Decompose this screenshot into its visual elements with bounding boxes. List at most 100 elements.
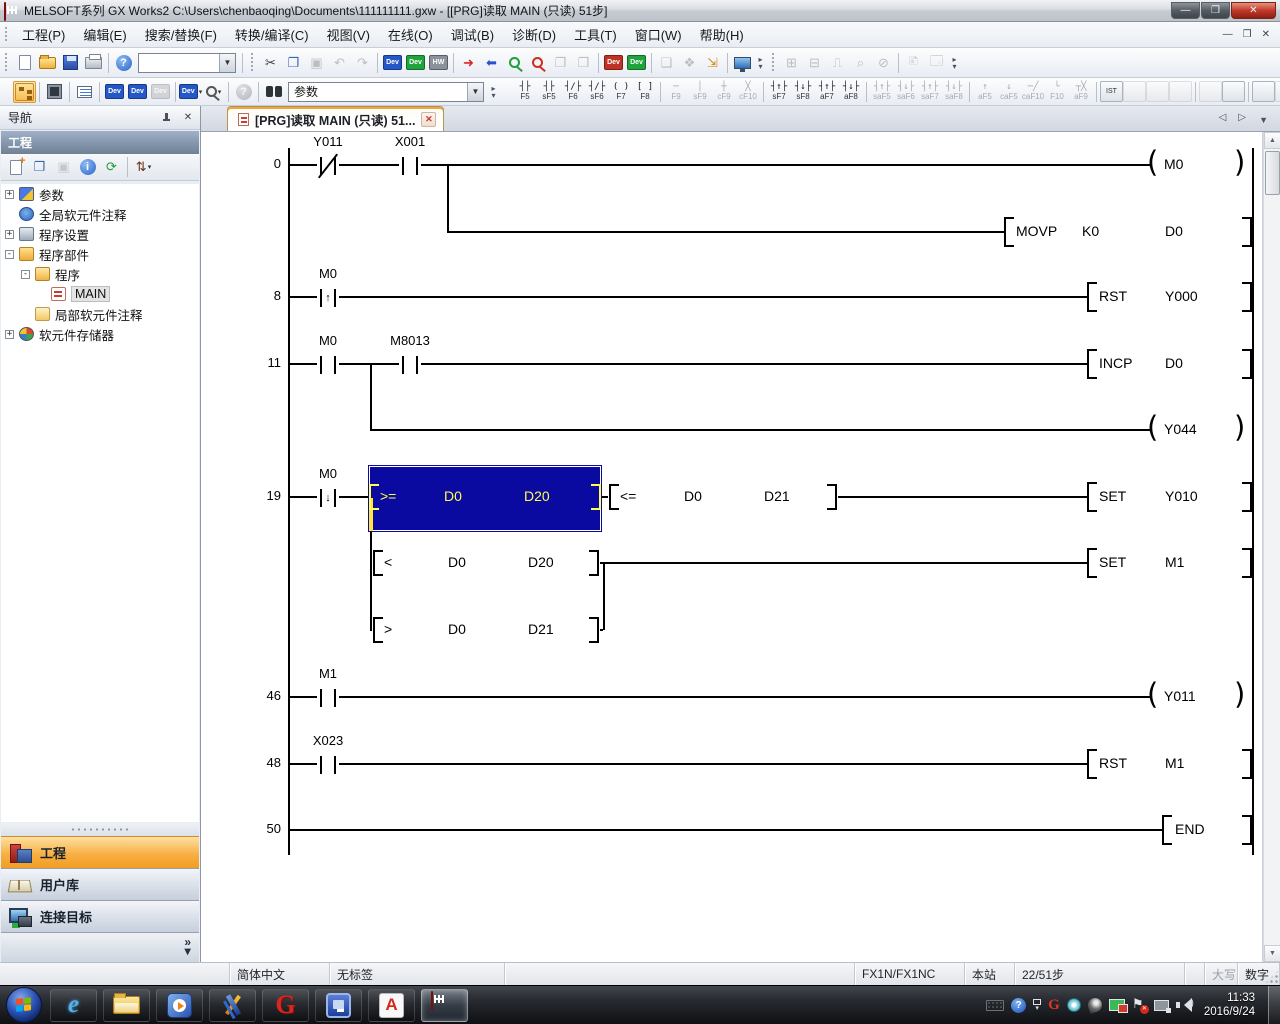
menu-project[interactable]: 工程(P): [13, 22, 74, 47]
contact-x001[interactable]: [399, 157, 421, 175]
menu-help[interactable]: 帮助(H): [691, 22, 753, 47]
project-combo[interactable]: ▼: [138, 53, 236, 73]
device-comment-icon[interactable]: Dev: [381, 52, 404, 74]
project-view-button[interactable]: 工程: [1, 836, 199, 868]
comment-edit-icon[interactable]: ❏: [655, 52, 678, 74]
menu-window[interactable]: 窗口(W): [626, 22, 691, 47]
ladder-symbol-aF8[interactable]: ┤↓├aF8: [839, 80, 863, 104]
scale-up-icon[interactable]: ⊞: [780, 52, 803, 74]
cut-icon[interactable]: ✂: [259, 52, 282, 74]
ladder-edit-icon[interactable]: [1123, 81, 1146, 102]
new-project-icon[interactable]: [13, 52, 36, 74]
device-display-icon[interactable]: Dev▾: [179, 81, 202, 103]
taskbar-remote-desktop-button[interactable]: [315, 989, 362, 1022]
taskbar-pdf-reader-button[interactable]: A: [368, 989, 415, 1022]
ladder-symbol-sF7[interactable]: ┤↑├sF7: [767, 80, 791, 104]
navigation-toggle-icon[interactable]: [13, 81, 36, 103]
menu-view[interactable]: 视图(V): [318, 22, 379, 47]
tray-cd-icon[interactable]: [1067, 998, 1081, 1012]
ladder-symbol-F8[interactable]: [ ]F8: [633, 80, 657, 104]
tab-close-icon[interactable]: ✕: [421, 112, 436, 127]
pc-monitor-icon[interactable]: [731, 52, 754, 74]
contact-m0[interactable]: ↑: [317, 289, 339, 307]
find-icon[interactable]: [262, 81, 285, 103]
contact-y011[interactable]: [317, 157, 339, 175]
taskbar-media-player-button[interactable]: [156, 989, 203, 1022]
start-button[interactable]: [6, 987, 42, 1023]
ladder-symbol-aF7[interactable]: ┤↑├aF7: [815, 80, 839, 104]
ladder-symbol-sF8[interactable]: ┤↓├sF8: [791, 80, 815, 104]
ladder-symbol-sF5[interactable]: ┤├sF5: [537, 80, 561, 104]
copy-icon[interactable]: ❐: [282, 52, 305, 74]
ladder-symbol-sF9[interactable]: │sF9: [688, 80, 712, 104]
device-table-icon[interactable]: Dev: [126, 81, 149, 103]
ladder-symbol-F7[interactable]: ( )F7: [609, 80, 633, 104]
scroll-down-icon[interactable]: ▼: [1264, 945, 1280, 962]
ladder-symbol-saF5[interactable]: ┤↑├saF5: [870, 80, 894, 104]
menu-grip[interactable]: [4, 26, 9, 44]
restore-button[interactable]: ❐: [1201, 2, 1230, 19]
menu-compile[interactable]: 转换/编译(C): [226, 22, 318, 47]
program-list-icon[interactable]: [73, 81, 96, 103]
project-combo-dropdown-icon[interactable]: ▼: [219, 54, 235, 72]
refresh-data-icon[interactable]: ⟳: [100, 156, 123, 178]
ladder-editor[interactable]: 081119464850Y011X001↑M0M0M8013↓M0M1X023(…: [201, 132, 1262, 962]
toolbar-grip[interactable]: [771, 52, 776, 72]
more-views-icon[interactable]: »▾: [184, 938, 191, 956]
expand-icon[interactable]: +: [5, 230, 14, 239]
compare-le[interactable]: [608, 485, 838, 509]
contact-m0[interactable]: ↓: [317, 489, 339, 507]
contact-m8013[interactable]: [399, 356, 421, 374]
note-edit-icon[interactable]: ⇲: [701, 52, 724, 74]
undo-icon[interactable]: ↶: [328, 52, 351, 74]
menu-diagnostics[interactable]: 诊断(D): [503, 22, 565, 47]
compare-gt[interactable]: [372, 618, 600, 642]
ladder-symbol-cF9[interactable]: ┼cF9: [712, 80, 736, 104]
menu-debug[interactable]: 调试(B): [442, 22, 503, 47]
tray-flag-icon[interactable]: [1132, 998, 1147, 1013]
device-replace-icon[interactable]: Dev: [149, 81, 172, 103]
minimize-button[interactable]: —: [1171, 2, 1200, 19]
menu-tools[interactable]: 工具(T): [565, 22, 626, 47]
write-to-plc-icon[interactable]: ➜: [457, 52, 480, 74]
mdi-restore-button[interactable]: ❐: [1243, 29, 1252, 40]
device-monitor-icon[interactable]: Dev: [404, 52, 427, 74]
mdi-close-button[interactable]: ✕: [1262, 29, 1270, 40]
contact-m1[interactable]: [317, 689, 339, 707]
ladder-symbol-F9[interactable]: ─F9: [664, 80, 688, 104]
device-test-icon[interactable]: Dev: [602, 52, 625, 74]
scroll-up-icon[interactable]: ▲: [1264, 132, 1280, 149]
read-from-plc-icon[interactable]: ⬅: [480, 52, 503, 74]
tree-item-main[interactable]: MAIN: [1, 284, 199, 304]
ladder-symbol-saF8[interactable]: ┤↓├saF8: [942, 80, 966, 104]
device-batch-icon[interactable]: Dev: [625, 52, 648, 74]
expand-icon[interactable]: +: [5, 190, 14, 199]
pulse-convert-icon[interactable]: ⎍: [826, 52, 849, 74]
tray-volume-icon[interactable]: ): [1176, 998, 1193, 1012]
compare-lt[interactable]: [372, 551, 600, 575]
help-icon[interactable]: ?: [112, 52, 135, 74]
mdi-minimize-button[interactable]: —: [1223, 29, 1233, 40]
contact-x023[interactable]: [317, 756, 339, 774]
menu-find-replace[interactable]: 搜索/替换(F): [136, 22, 226, 47]
expand-icon[interactable]: +: [5, 330, 14, 339]
tree-item-device-memory[interactable]: +软元件存储器: [1, 324, 199, 344]
save-project-icon[interactable]: [59, 52, 82, 74]
tree-item-program-setting[interactable]: +程序设置: [1, 224, 199, 244]
expand-icon[interactable]: -: [21, 270, 30, 279]
tab-scroll-right-icon[interactable]: ▷: [1238, 112, 1246, 123]
tree-item-parameter[interactable]: +参数: [1, 184, 199, 204]
tab-scroll-left-icon[interactable]: ◁: [1219, 112, 1227, 123]
tray-display-icon[interactable]: [1109, 999, 1125, 1011]
expand-icon[interactable]: -: [5, 250, 14, 259]
tray-g-app-icon[interactable]: G: [1048, 997, 1060, 1014]
tray-expand-icon[interactable]: ▾: [1033, 999, 1041, 1012]
tab-main-program[interactable]: [PRG]读取 MAIN (只读) 51... ✕: [227, 106, 444, 131]
help-dim-icon[interactable]: ?: [232, 81, 255, 103]
ladder-symbol-F5[interactable]: ┤├F5: [513, 80, 537, 104]
taskbar-design-tool-button[interactable]: [209, 989, 256, 1022]
watch-stop-icon[interactable]: ⊘: [872, 52, 895, 74]
hardware-icon[interactable]: HW: [427, 52, 450, 74]
toolbar-grip[interactable]: [4, 52, 9, 72]
write-mode-icon[interactable]: [1169, 81, 1192, 102]
